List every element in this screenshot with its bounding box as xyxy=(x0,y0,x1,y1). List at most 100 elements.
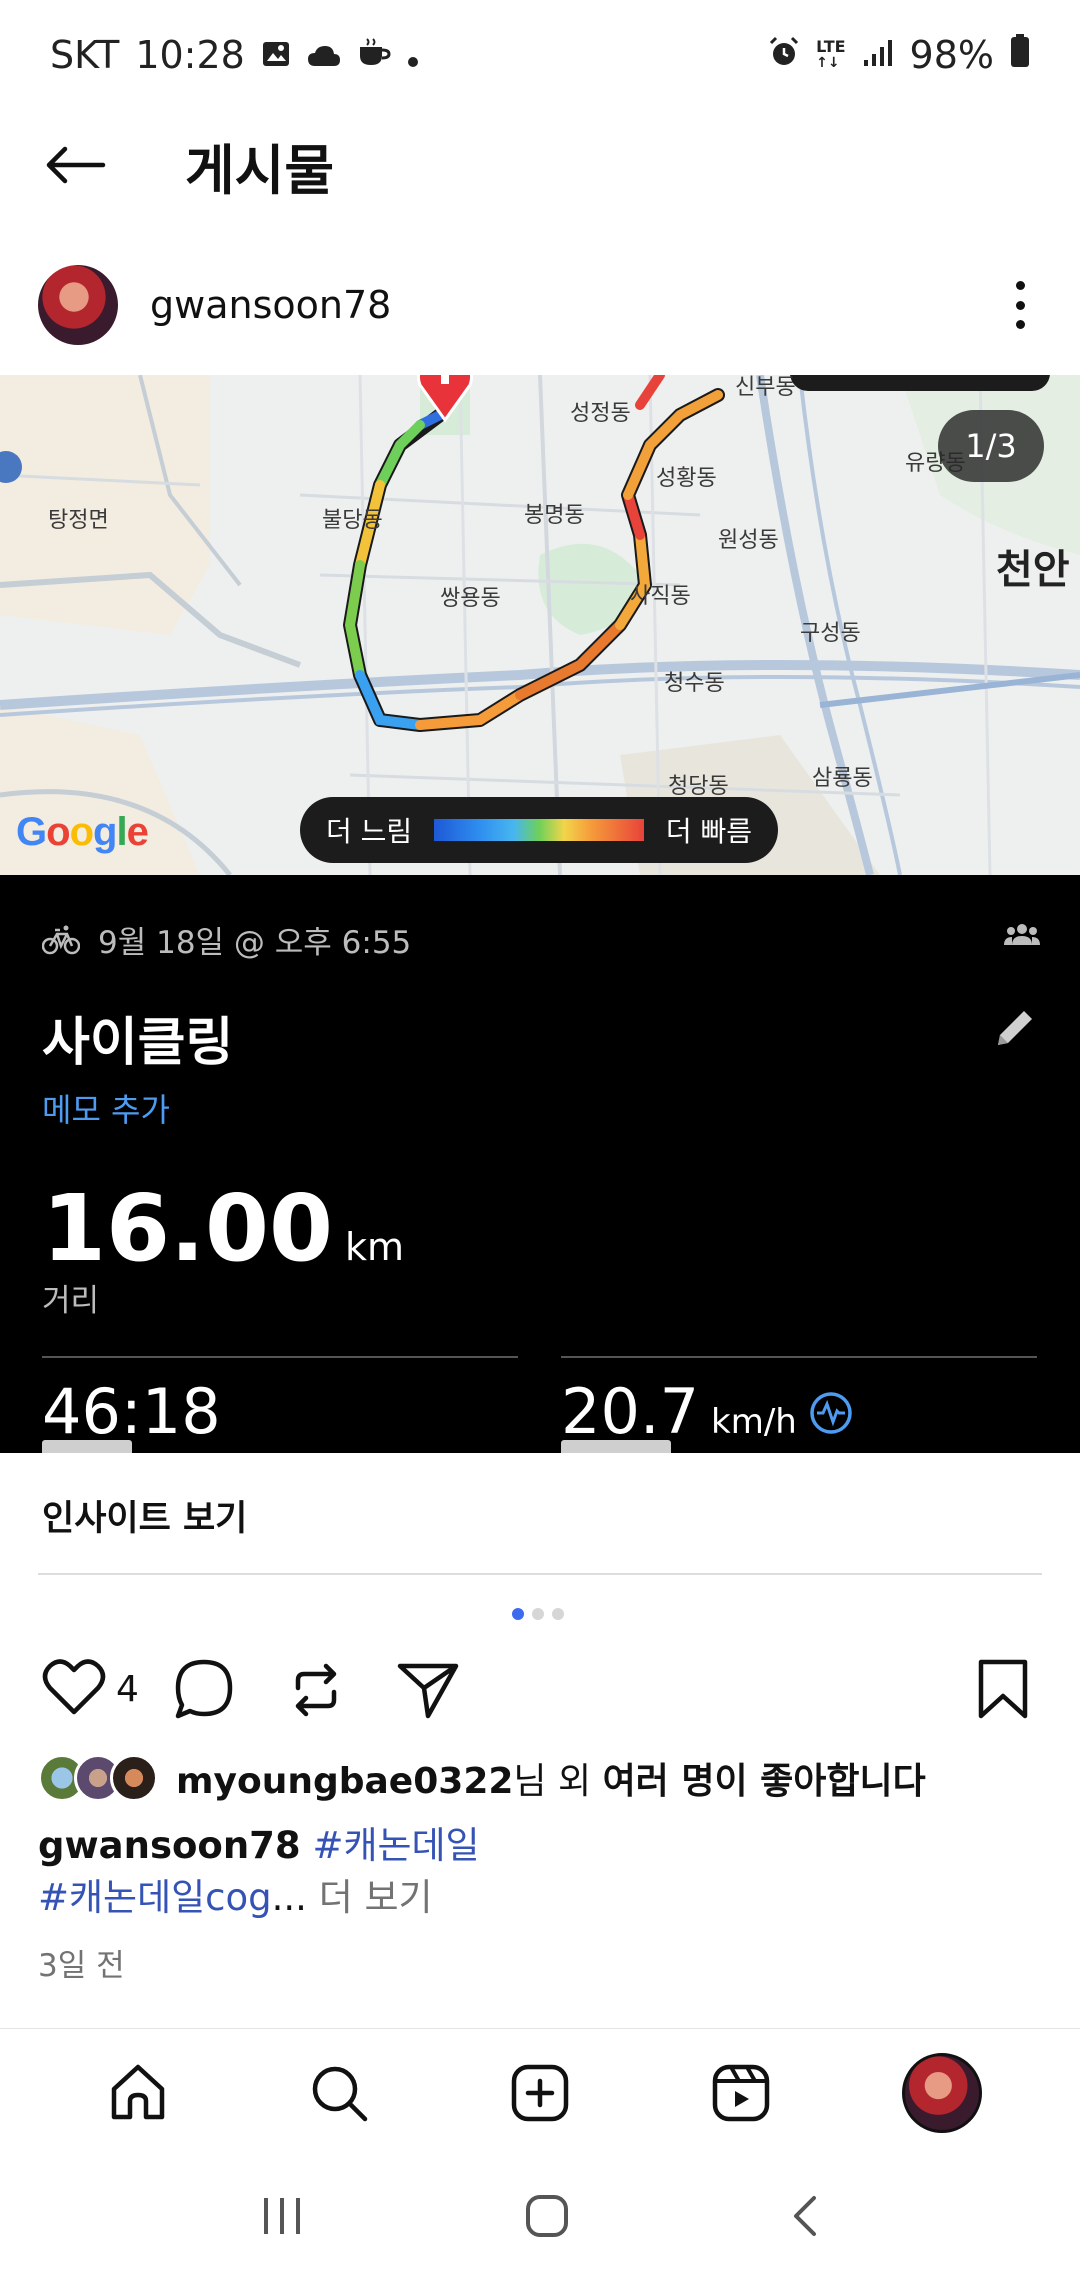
carousel-dot-active xyxy=(512,1608,524,1620)
more-dot xyxy=(1015,300,1025,310)
more-dot xyxy=(1015,320,1025,329)
carousel-dot xyxy=(552,1608,564,1620)
stat-divider xyxy=(561,1356,1037,1358)
hashtag[interactable]: #캐논데일cog xyxy=(38,1876,272,1919)
battery-percent: 98% xyxy=(909,33,994,77)
post-timestamp: 3일 전 xyxy=(38,1948,125,1984)
gallery-icon xyxy=(261,33,291,77)
save-button[interactable] xyxy=(975,1658,1031,1722)
distance-value: 16.00 xyxy=(42,1175,334,1282)
activity-date: 9월 18일 @ 오후 6:55 xyxy=(98,925,412,961)
recent-apps-icon xyxy=(264,2198,301,2234)
recent-apps-button[interactable] xyxy=(260,2196,304,2240)
clock: 10:28 xyxy=(135,33,245,77)
legend-slow-label: 더 느림 xyxy=(326,815,413,848)
more-options-button[interactable] xyxy=(1000,275,1040,335)
share-button[interactable] xyxy=(396,1658,460,1722)
home-square-icon xyxy=(525,2195,568,2237)
add-post-icon xyxy=(511,2064,569,2121)
bicycle-icon xyxy=(42,925,80,954)
chevron-left-icon xyxy=(793,2196,816,2236)
caption-username[interactable]: gwansoon78 xyxy=(38,1824,301,1867)
system-back-button[interactable] xyxy=(790,2194,820,2242)
avg-speed-stat: 20.7 km/h xyxy=(561,1375,853,1448)
system-navigation xyxy=(0,2156,1080,2280)
google-logo: Google xyxy=(16,810,149,854)
map-label: 원성동 xyxy=(718,528,779,553)
activity-card[interactable]: 9월 18일 @ 오후 6:55 사이클링 메모 추가 16.00 km 거리 … xyxy=(0,875,1080,1453)
map-label: 봉명동 xyxy=(524,503,585,528)
more-caption-link[interactable]: 더 보기 xyxy=(307,1876,433,1919)
post-caption: gwansoon78 #캐논데일 #캐논데일cog... 더 보기 xyxy=(38,1824,480,1919)
coffee-icon xyxy=(357,33,391,77)
carrier: SKT xyxy=(50,33,120,77)
post-author-row: gwansoon78 xyxy=(0,250,1080,360)
map-label: 불당동 xyxy=(322,508,383,533)
nav-home[interactable] xyxy=(93,2048,183,2138)
reels-icon xyxy=(712,2064,770,2121)
author-username[interactable]: gwansoon78 xyxy=(150,283,391,327)
comment-bubble-icon xyxy=(175,1659,233,1719)
liker-avatar xyxy=(110,1754,158,1802)
more-dot xyxy=(1015,281,1025,290)
profile-avatar xyxy=(901,2052,982,2133)
back-button[interactable] xyxy=(0,110,150,220)
notification-dot-icon xyxy=(407,33,419,77)
status-bar: SKT 10:28 LTE ↑↓ 98% xyxy=(0,0,1080,110)
like-count[interactable]: 4 xyxy=(116,1669,139,1710)
add-memo-link[interactable]: 메모 추가 xyxy=(42,1085,170,1131)
view-insights-link[interactable]: 인사이트 보기 xyxy=(42,1490,247,1541)
map-label: 성정동 xyxy=(570,401,631,426)
map-label: 천안 xyxy=(996,547,1070,593)
page-title: 게시물 xyxy=(185,138,335,202)
liked-by-others[interactable]: 여러 명이 좋아합니다 xyxy=(603,1761,926,1802)
avg-speed-unit: km/h xyxy=(711,1402,797,1442)
home-button[interactable] xyxy=(525,2194,569,2242)
heart-rate-icon xyxy=(809,1391,853,1439)
hashtag[interactable]: #캐논데일 xyxy=(312,1824,479,1867)
liked-by-row[interactable]: myoungbae0322님 외 여러 명이 좋아합니다 xyxy=(38,1752,926,1804)
group-icon[interactable] xyxy=(1004,923,1040,949)
signal-icon xyxy=(862,33,894,77)
speed-gradient-bar xyxy=(434,819,644,841)
liker-username[interactable]: myoungbae0322 xyxy=(176,1761,513,1802)
bottom-navigation xyxy=(0,2028,1080,2156)
repost-icon xyxy=(295,1663,337,1717)
liked-by-text: myoungbae0322님 외 여러 명이 좋아합니다 xyxy=(176,1761,926,1802)
map-label: 탕정면 xyxy=(48,508,109,533)
cut-off-label xyxy=(42,1440,132,1453)
comment-button[interactable] xyxy=(172,1658,236,1722)
home-icon xyxy=(112,2064,165,2119)
nav-create[interactable] xyxy=(495,2048,585,2138)
map-label: 청당동 xyxy=(668,774,729,799)
nav-search[interactable] xyxy=(294,2048,384,2138)
like-button[interactable] xyxy=(42,1658,106,1720)
stat-divider xyxy=(42,1356,518,1358)
app-header: 게시물 xyxy=(0,110,1080,220)
nav-profile[interactable] xyxy=(897,2048,987,2138)
repost-button[interactable] xyxy=(284,1658,348,1722)
liker-avatars xyxy=(38,1754,158,1802)
bookmark-icon xyxy=(978,1659,1028,1719)
activity-date-row: 9월 18일 @ 오후 6:55 xyxy=(42,917,411,962)
map-label: 신부동 xyxy=(735,375,796,400)
cut-off-label xyxy=(561,1440,671,1453)
nav-reels[interactable] xyxy=(696,2048,786,2138)
back-arrow-icon xyxy=(46,146,106,184)
network-type: LTE ↑↓ xyxy=(816,37,846,72)
map-label: 청수동 xyxy=(664,671,725,696)
post-actions: 4 xyxy=(0,1650,1080,1730)
edit-pencil-icon[interactable] xyxy=(992,1005,1038,1055)
route-map[interactable]: 성정동 신부동 유량동 탕정면 불당동 봉명동 성황동 원성동 천안 쌍용동 사… xyxy=(0,375,1080,875)
heart-icon xyxy=(42,1659,106,1715)
legend-fast-label: 더 빠름 xyxy=(665,815,752,848)
divider xyxy=(38,1573,1042,1575)
carousel-page-indicator: 1/3 xyxy=(938,410,1044,482)
activity-title: 사이클링 xyxy=(42,1013,234,1073)
author-avatar[interactable] xyxy=(38,265,118,345)
like-group: 4 xyxy=(42,1658,139,1720)
battery-icon xyxy=(1010,33,1030,77)
map-label: 쌍용동 xyxy=(440,586,501,611)
carousel-dot xyxy=(532,1608,544,1620)
map-label: 삼룡동 xyxy=(812,766,873,791)
